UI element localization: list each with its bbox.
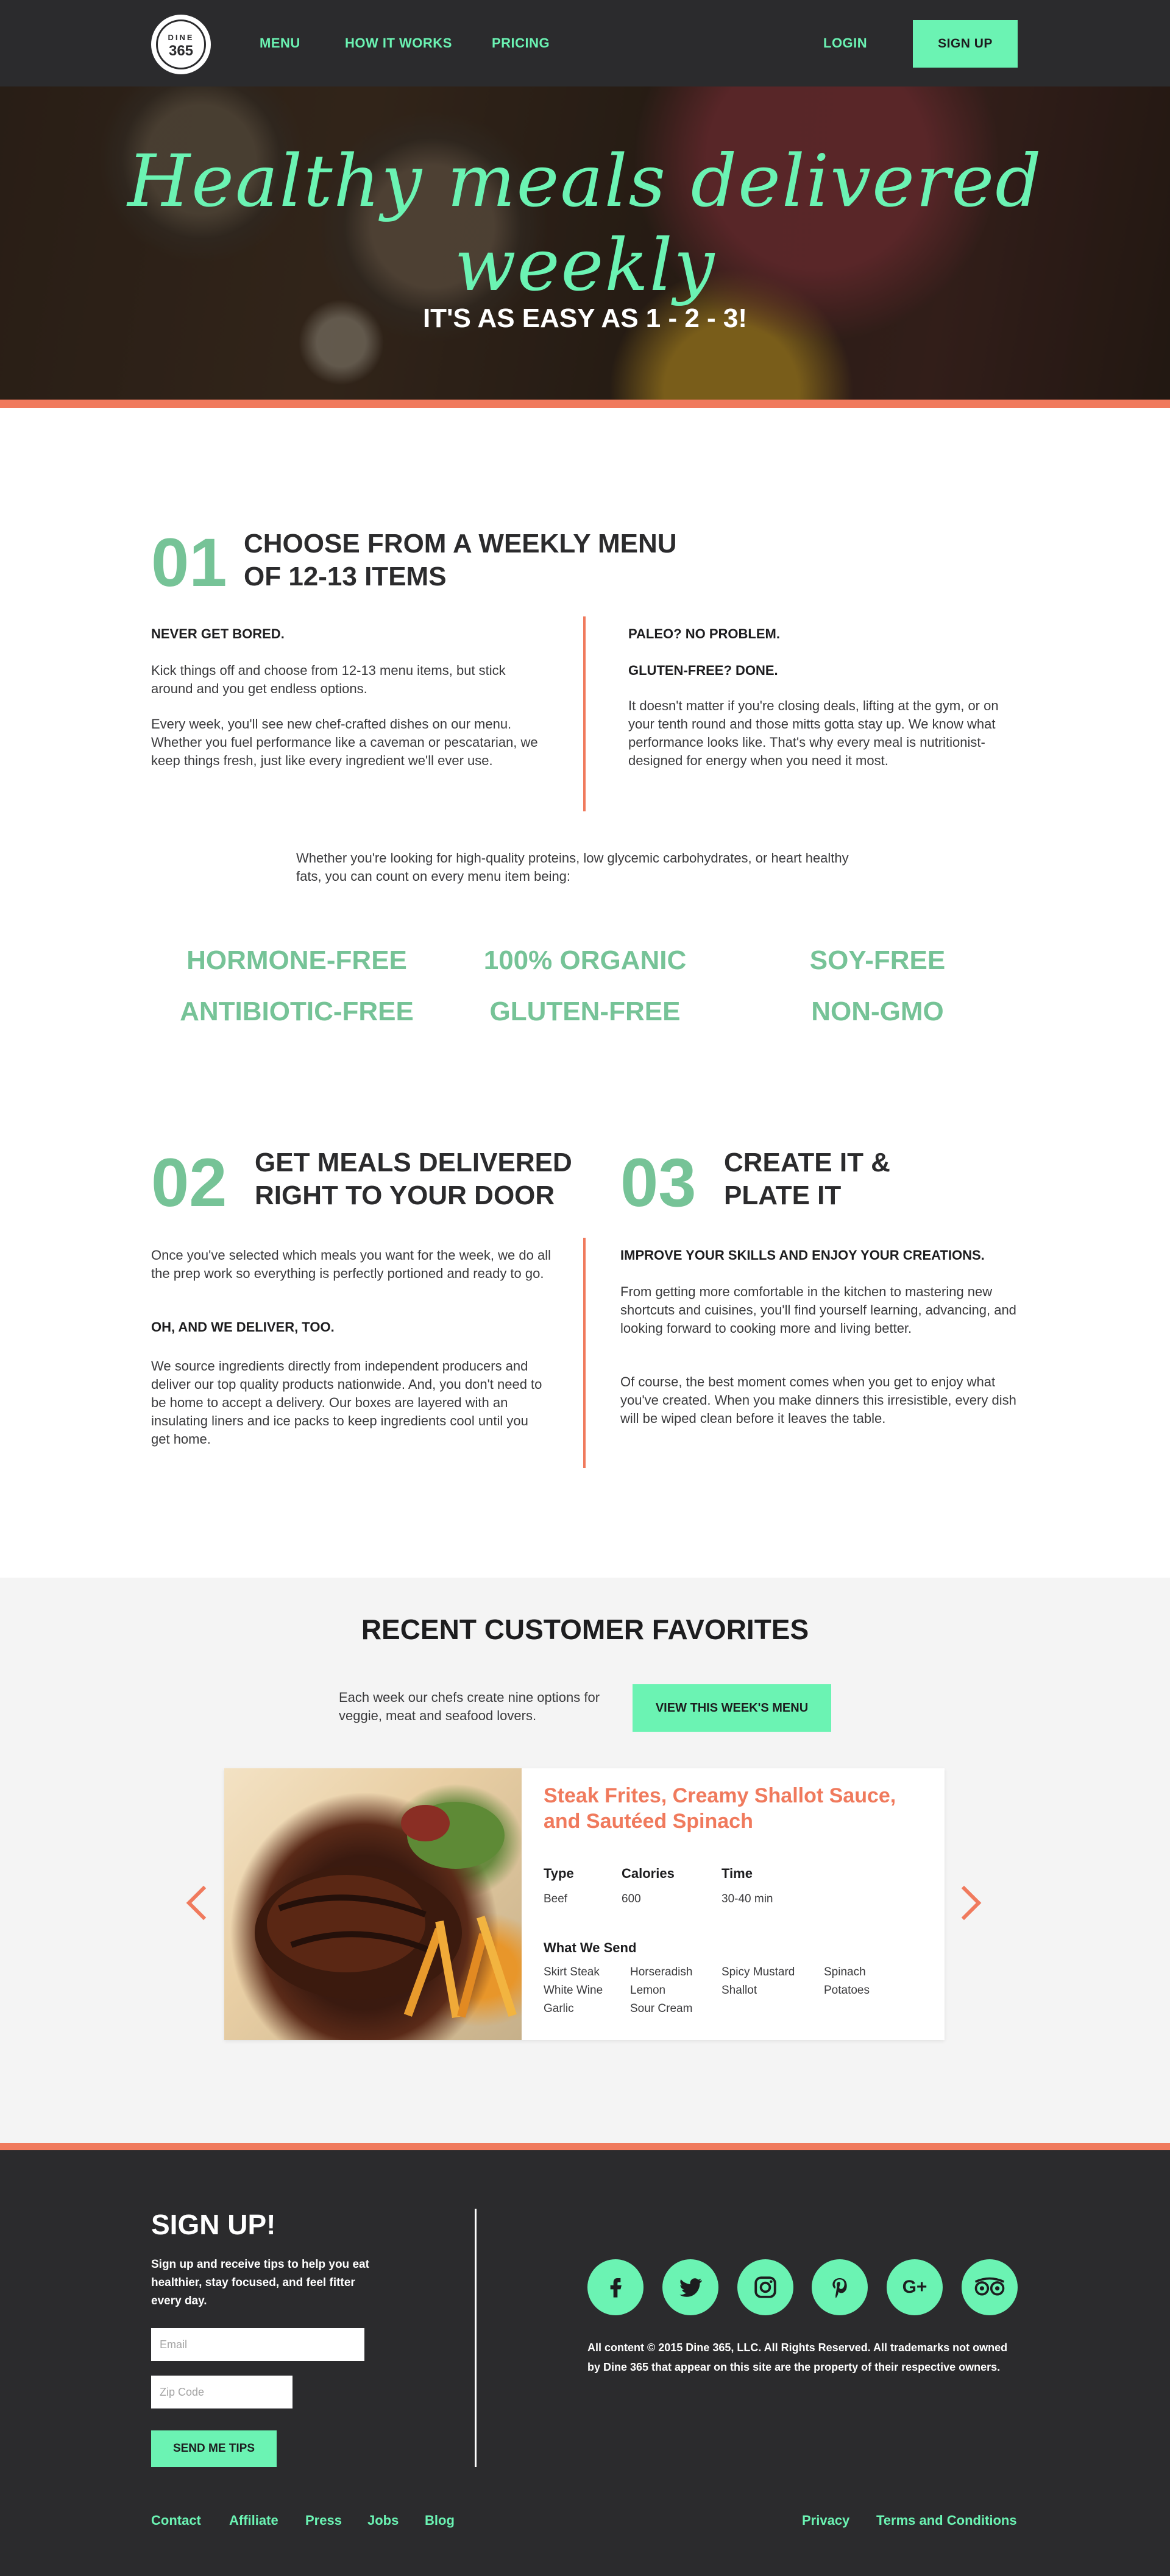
attribute-gluten-free: GLUTEN-FREE [489, 997, 681, 1026]
hero-banner: Healthy meals delivered weekly IT'S AS E… [0, 86, 1170, 400]
logo[interactable]: DINE 365 [151, 15, 211, 74]
recipe-time-label: Time [722, 1866, 753, 1881]
page: DINE 365 MENU HOW IT WORKS PRICING LOGIN… [0, 0, 1170, 2576]
attributes-intro: Whether you're looking for high-quality … [296, 850, 849, 884]
attribute-organic: 100% ORGANIC [483, 945, 687, 975]
step-3-heading: IMPROVE YOUR SKILLS AND ENJOY YOUR CREAT… [620, 1247, 985, 1263]
step-1-right-paragraph: It doesn't matter if you're closing deal… [628, 698, 999, 768]
attribute-hormone-free: HORMONE-FREE [186, 945, 407, 975]
hero-subtitle: IT'S AS EASY AS 1 - 2 - 3! [422, 303, 748, 333]
ingredient: Sour Cream [630, 2002, 693, 2015]
step-2-number: 02 [151, 1145, 227, 1221]
tripadvisor-icon[interactable] [962, 2259, 1018, 2315]
facebook-icon[interactable] [587, 2259, 644, 2315]
recipe-type-label: Type [544, 1866, 574, 1881]
step-1-divider [583, 616, 586, 811]
ingredient: Horseradish [630, 1966, 693, 1978]
step-2-paragraph-1: Once you've selected which meals you wan… [151, 1247, 551, 1281]
step-3-number: 03 [620, 1145, 697, 1221]
step-2-paragraph-2: We source ingredients directly from inde… [151, 1358, 542, 1447]
footer-link-blog[interactable]: Blog [425, 2513, 455, 2528]
step-2-3-divider [583, 1238, 586, 1468]
footer-divider-line [475, 2209, 477, 2467]
instagram-icon[interactable] [737, 2259, 793, 2315]
attribute-non-gmo: NON-GMO [811, 997, 944, 1026]
ingredient: Potatoes [824, 1984, 870, 1997]
footer-signup-title: SIGN UP! [151, 2209, 276, 2240]
recipe-time-value: 30-40 min [722, 1893, 773, 1905]
signup-button[interactable]: SIGN UP [913, 20, 1018, 68]
footer-signup-text: Sign up and receive tips to help you eat… [151, 2258, 369, 2307]
hero-divider [0, 400, 1170, 408]
nav-link-pricing[interactable]: PRICING [492, 35, 550, 51]
step-1-number: 01 [151, 524, 227, 601]
twitter-icon[interactable] [662, 2259, 718, 2315]
send-tips-button[interactable]: SEND ME TIPS [151, 2430, 277, 2467]
ingredient: Spinach [824, 1966, 866, 1978]
step-1-title-line1: CHOOSE FROM A WEEKLY MENU [244, 529, 677, 559]
footer-legal-text: All content © 2015 Dine 365, LLC. All Ri… [587, 2341, 1008, 2373]
favorites-description: Each week our chefs create nine options … [339, 1690, 600, 1723]
google-plus-glyph: G+ [902, 2277, 927, 2297]
ingredient: Shallot [722, 1984, 757, 1997]
step-1-right-heading-1: PALEO? NO PROBLEM. [628, 626, 780, 641]
logo-text-top: DINE [168, 33, 194, 42]
ingredient: Spicy Mustard [722, 1966, 795, 1978]
footer-link-jobs[interactable]: Jobs [367, 2513, 399, 2528]
zip-code-field[interactable] [151, 2376, 292, 2408]
ingredient: Garlic [544, 2002, 574, 2015]
logo-text-bottom: 365 [168, 43, 194, 59]
ingredient: White Wine [544, 1984, 603, 1997]
hero-title: Healthy meals delivered weekly [127, 139, 1043, 307]
recipe-type-value: Beef [544, 1893, 568, 1905]
google-plus-icon[interactable]: G+ [887, 2259, 943, 2315]
step-2-title-line1: GET MEALS DELIVERED [255, 1148, 572, 1177]
nav-link-menu[interactable]: MENU [260, 35, 300, 51]
what-we-send-label: What We Send [544, 1940, 637, 1955]
step-1-left-paragraph-2: Every week, you'll see new chef-crafted … [151, 716, 538, 768]
footer-link-contact[interactable]: Contact [151, 2513, 201, 2528]
recipe-calories-value: 600 [622, 1893, 641, 1905]
pinterest-icon[interactable] [812, 2259, 868, 2315]
top-nav: DINE 365 MENU HOW IT WORKS PRICING LOGIN… [0, 0, 1170, 86]
step-1-left-heading: NEVER GET BORED. [151, 626, 285, 641]
attribute-antibiotic-free: ANTIBIOTIC-FREE [180, 997, 414, 1026]
attribute-soy-free: SOY-FREE [809, 945, 946, 975]
footer-link-affiliate[interactable]: Affiliate [229, 2513, 278, 2528]
step-2-title-line2: RIGHT TO YOUR DOOR [255, 1180, 555, 1210]
step-2-heading: OH, AND WE DELIVER, TOO. [151, 1319, 335, 1335]
favorites-title: RECENT CUSTOMER FAVORITES [361, 1614, 809, 1645]
step-3-title-line1: CREATE IT & [724, 1148, 890, 1177]
footer-link-terms[interactable]: Terms and Conditions [876, 2513, 1017, 2528]
steak-illustration [255, 1802, 517, 2019]
nav-link-login[interactable]: LOGIN [823, 35, 867, 51]
step-1-left-paragraph-1: Kick things off and choose from 12-13 me… [151, 663, 506, 696]
step-3-paragraph-2: Of course, the best moment comes when yo… [620, 1374, 1016, 1426]
recipe-calories-label: Calories [622, 1866, 675, 1881]
recipe-name: Steak Frites, Creamy Shallot Sauce, and … [544, 1784, 896, 1833]
step-3-title-line2: PLATE IT [724, 1180, 842, 1210]
nav-link-how-it-works[interactable]: HOW IT WORKS [345, 35, 452, 51]
step-1-title-line2: OF 12-13 ITEMS [244, 562, 447, 591]
footer-link-press[interactable]: Press [305, 2513, 342, 2528]
view-menu-button[interactable]: VIEW THIS WEEK'S MENU [633, 1684, 831, 1732]
ingredient: Lemon [630, 1984, 666, 1997]
email-field[interactable] [151, 2328, 364, 2361]
step-3-paragraph-1: From getting more comfortable in the kit… [620, 1284, 1016, 1336]
recipe-image [224, 1768, 522, 2040]
ingredient: Skirt Steak [544, 1966, 600, 1978]
step-1-right-heading-2: GLUTEN-FREE? DONE. [628, 663, 778, 678]
footer-link-privacy[interactable]: Privacy [802, 2513, 849, 2528]
recipe-card[interactable]: Steak Frites, Creamy Shallot Sauce, and … [224, 1768, 945, 2040]
